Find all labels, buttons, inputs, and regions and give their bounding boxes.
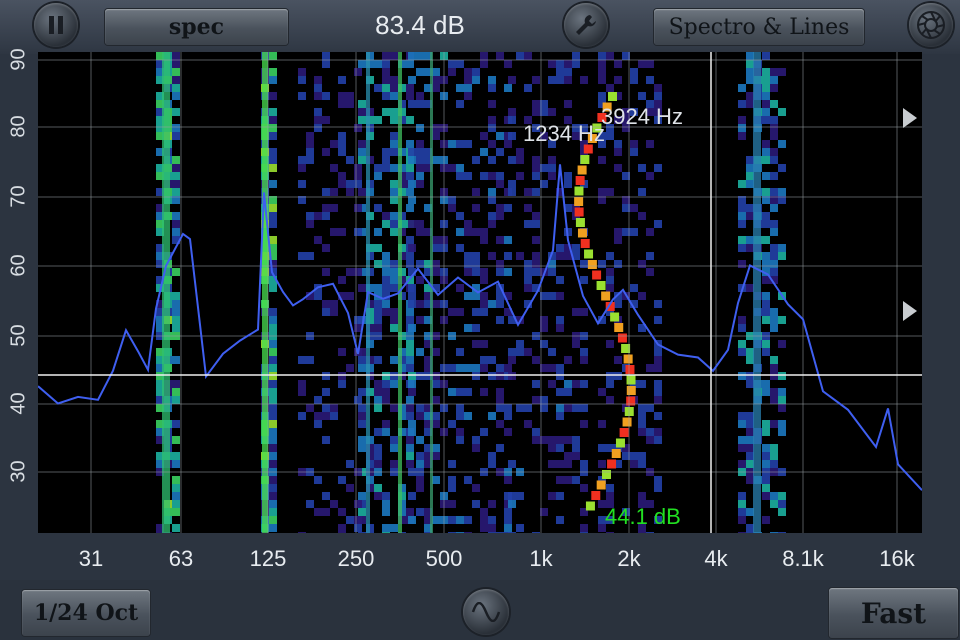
y-tick-label: 90 bbox=[7, 48, 30, 71]
view-mode-label: Spectro & Lines bbox=[668, 14, 850, 40]
cursor-db-readout: 44.1 dB bbox=[605, 504, 681, 529]
wrench-icon bbox=[576, 15, 596, 35]
x-tick-label: 1k bbox=[529, 546, 553, 571]
date-button-label: 1/24 Oct bbox=[33, 600, 139, 626]
speed-button[interactable]: Fast bbox=[829, 588, 958, 638]
x-tick-label: 2k bbox=[617, 546, 641, 571]
y-tick-label: 40 bbox=[7, 392, 30, 415]
x-tick-label: 500 bbox=[425, 546, 463, 571]
x-tick-label: 250 bbox=[337, 546, 375, 571]
y-tick-label: 60 bbox=[7, 254, 30, 277]
y-tick-label: 80 bbox=[7, 115, 30, 138]
x-tick-label: 31 bbox=[78, 546, 104, 571]
aperture-button[interactable] bbox=[909, 3, 953, 47]
x-tick-label: 4k bbox=[704, 546, 728, 571]
x-axis-labels: 31 63 125 250 500 1k 2k 4k 8.1k 16k bbox=[0, 540, 960, 576]
lower-marker-arrow[interactable] bbox=[903, 301, 917, 321]
y-axis-labels: 90 80 70 60 50 40 30 bbox=[0, 48, 38, 533]
pause-icon bbox=[49, 16, 63, 34]
spectrogram-plot[interactable]: 1234 Hz 3924 Hz 44.1 dB bbox=[38, 52, 922, 533]
level-readout: 83.4 dB bbox=[375, 10, 465, 40]
pause-button[interactable] bbox=[34, 3, 78, 47]
top-toolbar: spec 83.4 dB Spectro & Lines bbox=[0, 0, 960, 54]
waveform-button[interactable] bbox=[463, 589, 509, 635]
sine-wave-icon bbox=[471, 602, 501, 622]
mode-button-label: spec bbox=[168, 14, 225, 40]
bottom-toolbar: 1/24 Oct Fast bbox=[0, 580, 960, 640]
aperture-icon bbox=[917, 11, 945, 39]
mode-button[interactable]: spec bbox=[105, 9, 288, 45]
view-mode-button[interactable]: Spectro & Lines bbox=[654, 9, 864, 45]
y-tick-label: 30 bbox=[7, 460, 30, 483]
spectrogram-canvas: 1234 Hz3924 Hz 44.1 dB bbox=[38, 52, 922, 533]
x-tick-label: 125 bbox=[249, 546, 287, 571]
x-tick-label: 63 bbox=[168, 546, 194, 571]
upper-marker-arrow[interactable] bbox=[903, 108, 917, 128]
settings-button[interactable] bbox=[564, 3, 608, 47]
peak-label-1: 1234 Hz bbox=[523, 121, 605, 146]
x-tick-label: 16k bbox=[879, 546, 915, 571]
date-button[interactable]: 1/24 Oct bbox=[22, 590, 150, 636]
peak-label-2: 3924 Hz bbox=[601, 104, 683, 129]
y-tick-label: 70 bbox=[7, 185, 30, 208]
speed-button-label: Fast bbox=[860, 596, 927, 630]
y-tick-label: 50 bbox=[7, 324, 30, 347]
x-tick-label: 8.1k bbox=[782, 546, 824, 571]
